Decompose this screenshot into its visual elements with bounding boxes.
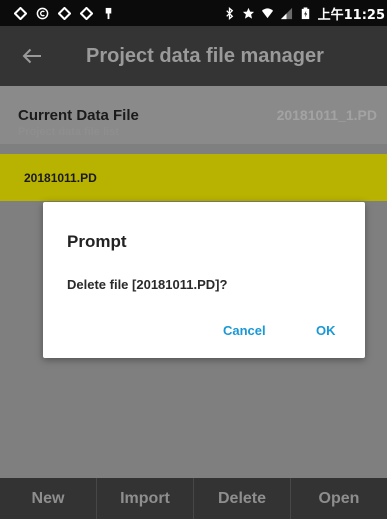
app-notification-icon (80, 6, 93, 20)
bluetooth-icon (225, 6, 233, 20)
ok-button[interactable]: OK (316, 323, 336, 338)
delete-button[interactable]: Delete (193, 478, 290, 519)
file-list-header: Project data file list (18, 126, 119, 138)
status-system: 上午11:25 (223, 4, 387, 23)
list-item[interactable]: 20181011.PD (0, 154, 387, 201)
wifi-icon (261, 7, 273, 18)
open-button[interactable]: Open (290, 478, 387, 519)
battery-icon (301, 6, 309, 19)
usb-icon (105, 7, 112, 19)
prompt-dialog: Prompt Delete file [20181011.PD]? Cancel… (43, 202, 365, 358)
dialog-message: Delete file [20181011.PD]? (67, 277, 228, 292)
app-notification-icon (14, 6, 27, 20)
signal-icon (280, 7, 292, 19)
app-notification-icon (58, 6, 71, 20)
star-icon (242, 7, 254, 19)
app-screen: 上午11:25 Project data file manager Curren… (0, 0, 387, 519)
status-clock: 上午11:25 (317, 7, 385, 23)
cancel-button[interactable]: Cancel (223, 323, 266, 338)
bottom-toolbar: New Import Delete Open (0, 478, 387, 519)
status-notifications (14, 6, 115, 20)
page-title: Project data file manager (86, 44, 324, 67)
back-button[interactable] (12, 36, 52, 76)
copyright-notification-icon (36, 7, 49, 19)
dialog-title: Prompt (67, 232, 127, 251)
current-data-file-label: Current Data File (18, 106, 139, 124)
file-name: 20181011.PD (24, 170, 97, 185)
title-bar: Project data file manager (0, 26, 387, 86)
import-button[interactable]: Import (96, 478, 193, 519)
new-button[interactable]: New (0, 478, 96, 519)
current-data-file-value: 20181011_1.PD (276, 107, 377, 123)
arrow-left-icon (22, 48, 41, 64)
status-bar: 上午11:25 (0, 0, 387, 26)
